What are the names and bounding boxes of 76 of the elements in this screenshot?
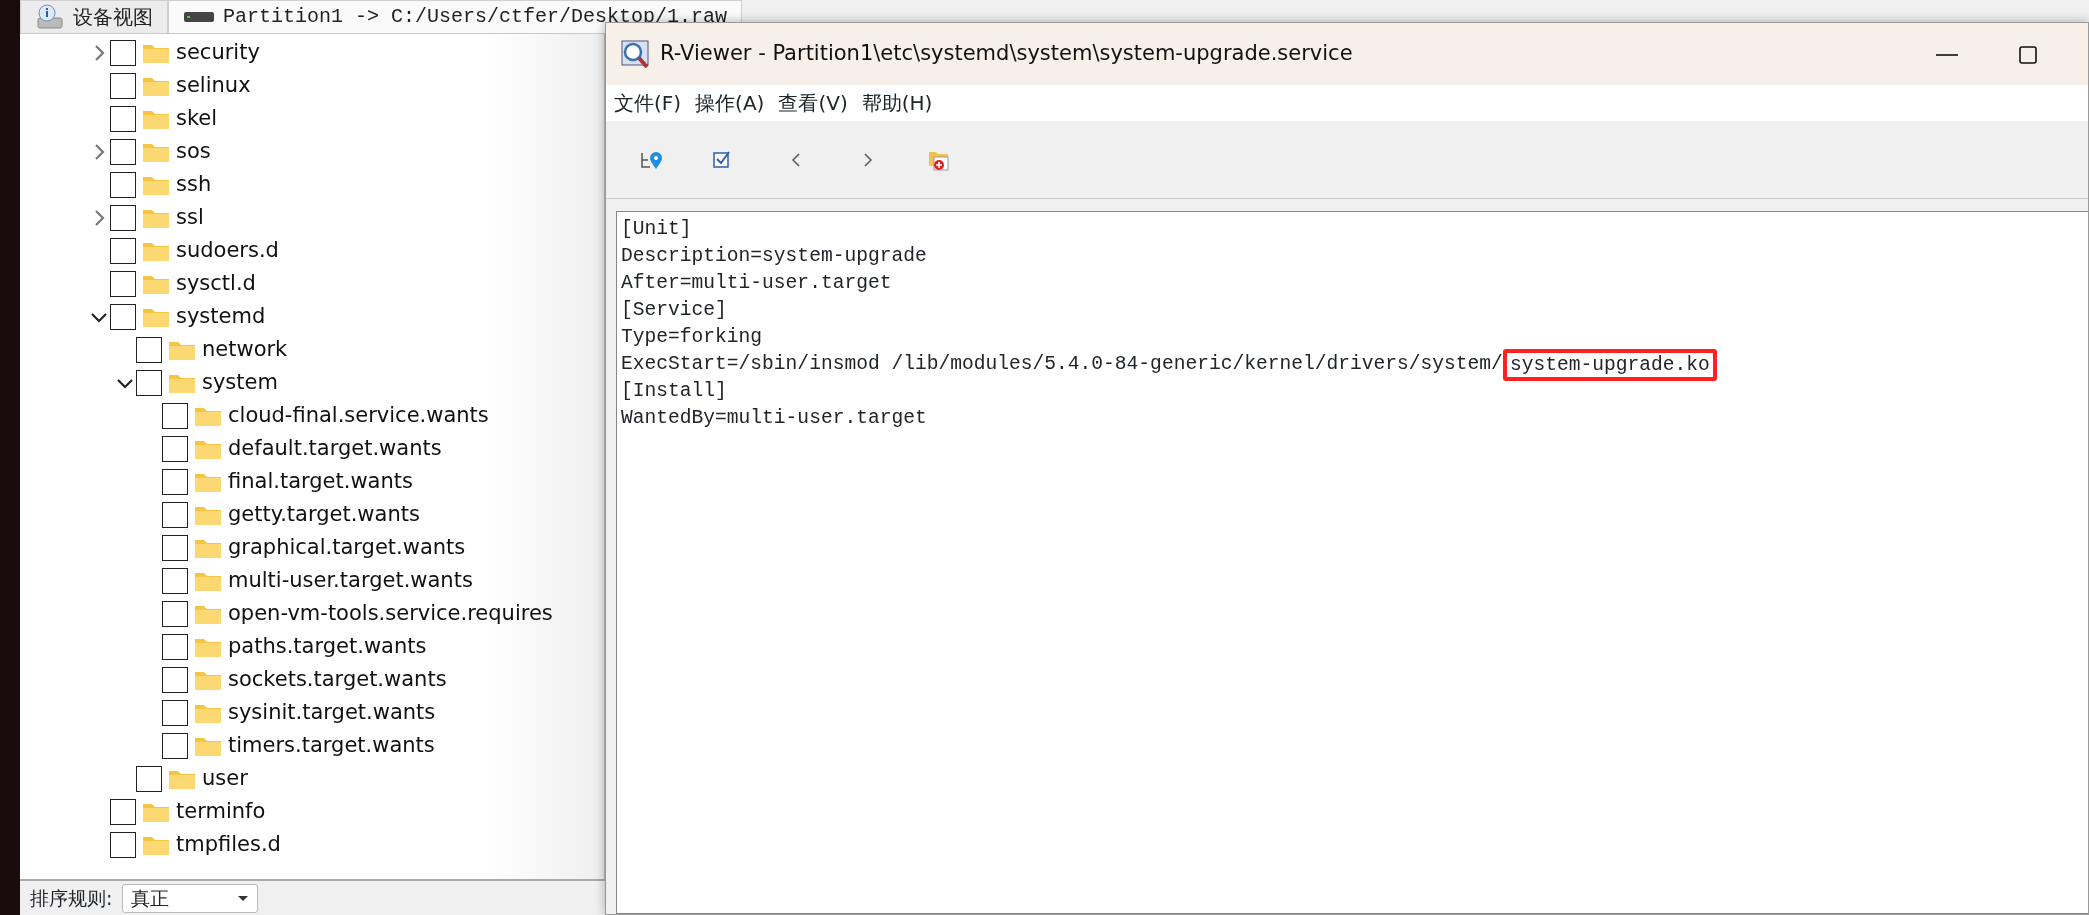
checkbox[interactable] — [110, 105, 136, 132]
checkbox[interactable] — [136, 765, 162, 792]
sort-label: 排序规则: — [30, 886, 113, 911]
code-line: Description=system-upgrade — [621, 244, 927, 269]
maximize-icon — [2018, 44, 2038, 65]
checkbox[interactable] — [136, 336, 162, 363]
tree-item-label[interactable]: selinux — [176, 69, 251, 102]
checkbox[interactable] — [110, 303, 136, 330]
checkbox[interactable] — [110, 204, 136, 231]
code-line: ExecStart=/sbin/insmod /lib/modules/5.4.0-84-generic/kernel/drivers/system/ — [621, 352, 1503, 377]
tree-item-label[interactable]: multi-user.target.wants — [228, 564, 473, 597]
code-line: WantedBy=multi-user.target — [621, 406, 927, 431]
window-title: R-Viewer - Partition1\etc\systemd\system\system-upgrade.service — [660, 40, 1353, 68]
tree-item-label[interactable]: user — [202, 762, 248, 795]
tab[interactable]: Partition1 -> C:/Users/ctfer/Desktop/1.raw — [168, 0, 743, 33]
checkbox[interactable] — [162, 468, 188, 495]
sort-dropdown[interactable]: 真正 — [122, 884, 259, 913]
tree-item-label[interactable]: ssl — [176, 201, 204, 234]
tree-item-label[interactable]: getty.target.wants — [228, 498, 420, 531]
tree-item-label[interactable]: sysctl.d — [176, 267, 256, 300]
code-line: [Unit] — [621, 217, 692, 242]
tree-item-label[interactable]: skel — [176, 102, 218, 135]
menu-item[interactable]: 查看(V) — [778, 88, 848, 118]
tree-item-label[interactable]: sos — [176, 135, 211, 168]
drive-info-icon — [35, 4, 65, 30]
code-line: [Install] — [621, 379, 727, 404]
tree-item-label[interactable]: tmpfiles.d — [176, 828, 281, 861]
tree-item-label[interactable]: system — [202, 366, 278, 399]
checkbox[interactable] — [110, 831, 136, 858]
checkbox[interactable] — [110, 138, 136, 165]
tree-item-label[interactable]: timers.target.wants — [228, 729, 435, 762]
menu-item[interactable]: 操作(A) — [695, 88, 765, 118]
checkbox[interactable] — [162, 534, 188, 561]
minimize-icon — [1936, 53, 1958, 56]
checkbox[interactable] — [162, 435, 188, 462]
dropdown-caret-icon — [237, 894, 250, 903]
checkbox[interactable] — [162, 666, 188, 693]
tree-item-label[interactable]: sudoers.d — [176, 234, 279, 267]
checkbox[interactable] — [110, 39, 136, 66]
tree-item-label[interactable]: final.target.wants — [228, 465, 413, 498]
tree-item-label[interactable]: network — [202, 333, 288, 366]
menu-item[interactable]: 文件(F) — [614, 88, 682, 118]
tree-item-label[interactable]: security — [176, 36, 260, 69]
checkbox[interactable] — [162, 732, 188, 759]
tree-item-label[interactable]: open-vm-tools.service.requires — [228, 597, 553, 630]
tree-item-label[interactable]: ssh — [176, 168, 212, 201]
back-icon — [792, 152, 800, 167]
checkbox[interactable] — [110, 171, 136, 198]
code-line: [Service] — [621, 298, 727, 323]
checkbox[interactable] — [110, 237, 136, 264]
tree-item-label[interactable]: graphical.target.wants — [228, 531, 466, 564]
checkbox[interactable] — [136, 369, 162, 396]
tree-item-label[interactable]: cloud-final.service.wants — [228, 399, 489, 432]
code-line: Type=forking — [621, 325, 763, 350]
tree-item-label[interactable]: systemd — [176, 300, 266, 333]
checkbox[interactable] — [162, 699, 188, 726]
code-line: After=multi-user.target — [621, 271, 892, 296]
tree-item-label[interactable]: terminfo — [176, 795, 266, 828]
menu-item[interactable]: 帮助(H) — [861, 88, 933, 118]
tree-item-label[interactable]: default.target.wants — [228, 432, 442, 465]
checkbox[interactable] — [162, 402, 188, 429]
drive-icon — [183, 10, 215, 24]
checkbox[interactable] — [110, 270, 136, 297]
checkbox[interactable] — [110, 798, 136, 825]
tree-item-label[interactable]: sockets.target.wants — [228, 663, 447, 696]
checkbox[interactable] — [162, 633, 188, 660]
tree-item-label[interactable]: sysinit.target.wants — [228, 696, 436, 729]
checkbox[interactable] — [162, 600, 188, 627]
checkbox[interactable] — [162, 567, 188, 594]
highlighted-code: system-upgrade.ko — [1502, 349, 1717, 381]
tree-item-label[interactable]: paths.target.wants — [228, 630, 427, 663]
checkbox[interactable] — [162, 501, 188, 528]
magnifier-app-icon — [620, 39, 650, 69]
forward-icon — [864, 152, 872, 167]
checkbox[interactable] — [110, 72, 136, 99]
tab[interactable]: 设备视图 — [20, 0, 168, 33]
